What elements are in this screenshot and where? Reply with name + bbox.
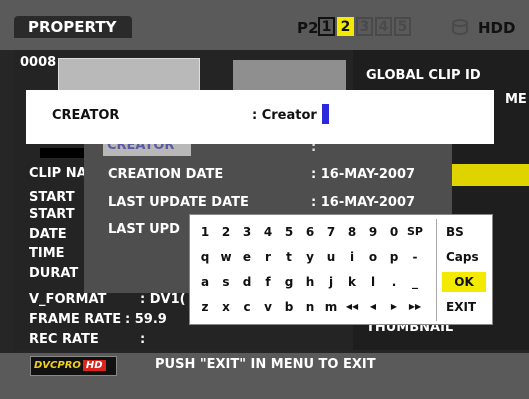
start-label-2: START	[29, 207, 75, 222]
slot-5: 5	[394, 17, 411, 36]
key-9[interactable]: 9	[364, 222, 382, 242]
key-4[interactable]: 4	[259, 222, 277, 242]
key-r[interactable]: r	[259, 247, 277, 267]
last-update-label: LAST UPD	[108, 222, 180, 237]
frame-rate-label: FRAME RATE	[29, 312, 122, 327]
key-b[interactable]: b	[280, 297, 298, 317]
frame-rate-value: : 59.9	[125, 312, 167, 327]
page-title: PROPERTY	[14, 16, 132, 38]
slot-4: 4	[375, 17, 392, 36]
clip-number: 0008	[20, 55, 57, 70]
clip-name-label: CLIP NA	[29, 166, 87, 181]
footer-message: PUSH "EXIT" IN MENU TO EXIT	[155, 357, 376, 372]
last-update-date-label: LAST UPDATE DATE	[108, 195, 249, 210]
key-t[interactable]: t	[280, 247, 298, 267]
dvcpro-hd-badge: DVCPRO HD	[30, 356, 117, 376]
key-j[interactable]: j	[322, 272, 340, 292]
hdd-icon	[452, 19, 468, 35]
key-8[interactable]: 8	[343, 222, 361, 242]
key-d[interactable]: d	[238, 272, 256, 292]
time-label: TIME	[29, 246, 65, 261]
key-m[interactable]: m	[322, 297, 340, 317]
name-label-fragment: ME	[505, 92, 527, 107]
slot-1: 1	[318, 17, 335, 36]
slot-3: 3	[356, 17, 373, 36]
key-0[interactable]: 0	[385, 222, 403, 242]
text-cursor	[322, 104, 329, 124]
slot-2: 2	[337, 17, 354, 36]
rec-rate-value: :	[140, 332, 146, 347]
creation-date-label: CREATION DATE	[108, 167, 224, 182]
global-clip-id-label: GLOBAL CLIP ID	[366, 68, 481, 83]
start-label-1: START	[29, 190, 75, 205]
key-hyphen[interactable]: -	[406, 247, 424, 267]
key-o[interactable]: o	[364, 247, 382, 267]
key-p[interactable]: p	[385, 247, 403, 267]
key-backspace[interactable]: BS	[442, 222, 486, 242]
key-space[interactable]: SP	[406, 222, 424, 242]
key-g[interactable]: g	[280, 272, 298, 292]
edit-field-label: CREATOR	[52, 108, 120, 123]
hdd-label: HDD	[478, 19, 516, 37]
key-s[interactable]: s	[217, 272, 235, 292]
key-z[interactable]: z	[196, 297, 214, 317]
key-v[interactable]: v	[259, 297, 277, 317]
selection-bar	[450, 164, 529, 186]
keyboard-divider	[436, 219, 437, 321]
key-h[interactable]: h	[301, 272, 319, 292]
rec-rate-label: REC RATE	[29, 332, 99, 347]
key-k[interactable]: k	[343, 272, 361, 292]
key-e[interactable]: e	[238, 247, 256, 267]
key-c[interactable]: c	[238, 297, 256, 317]
key-period[interactable]: .	[385, 272, 403, 292]
key-n[interactable]: n	[301, 297, 319, 317]
key-caps[interactable]: Caps	[442, 247, 486, 267]
key-5[interactable]: 5	[280, 222, 298, 242]
v-format-value: : DV1(	[140, 292, 186, 307]
key-underscore[interactable]: _	[406, 272, 424, 292]
key-u[interactable]: u	[322, 247, 340, 267]
on-screen-keyboard: 1 2 3 4 5 6 7 8 9 0 SP BS q w e r t y u …	[189, 214, 493, 325]
duration-label: DURAT	[29, 266, 79, 281]
exit-button[interactable]: EXIT	[442, 297, 486, 317]
key-i[interactable]: i	[343, 247, 361, 267]
badge-hd: HD	[82, 360, 106, 371]
key-2[interactable]: 2	[217, 222, 235, 242]
key-y[interactable]: y	[301, 247, 319, 267]
ok-button[interactable]: OK	[442, 272, 486, 292]
thumbnail-strip	[40, 148, 90, 158]
key-l[interactable]: l	[364, 272, 382, 292]
badge-dvcpro: DVCPRO	[34, 360, 81, 371]
key-7[interactable]: 7	[322, 222, 340, 242]
cursor-right-icon[interactable]: ▶	[385, 297, 403, 317]
key-1[interactable]: 1	[196, 222, 214, 242]
skip-forward-icon[interactable]: ▶▶	[406, 297, 424, 317]
key-x[interactable]: x	[217, 297, 235, 317]
key-3[interactable]: 3	[238, 222, 256, 242]
skip-back-icon[interactable]: ◀◀	[343, 297, 361, 317]
key-f[interactable]: f	[259, 272, 277, 292]
p2-label: P2	[297, 19, 319, 37]
v-format-label: V_FORMAT	[29, 292, 107, 307]
last-update-date-value: : 16-MAY-2007	[311, 195, 416, 210]
key-q[interactable]: q	[196, 247, 214, 267]
key-a[interactable]: a	[196, 272, 214, 292]
date-label: DATE	[29, 227, 67, 242]
creation-date-value: : 16-MAY-2007	[311, 167, 416, 182]
cursor-left-icon[interactable]: ◀	[364, 297, 382, 317]
key-w[interactable]: w	[217, 247, 235, 267]
creator-input[interactable]: : Creator	[252, 108, 317, 123]
key-6[interactable]: 6	[301, 222, 319, 242]
